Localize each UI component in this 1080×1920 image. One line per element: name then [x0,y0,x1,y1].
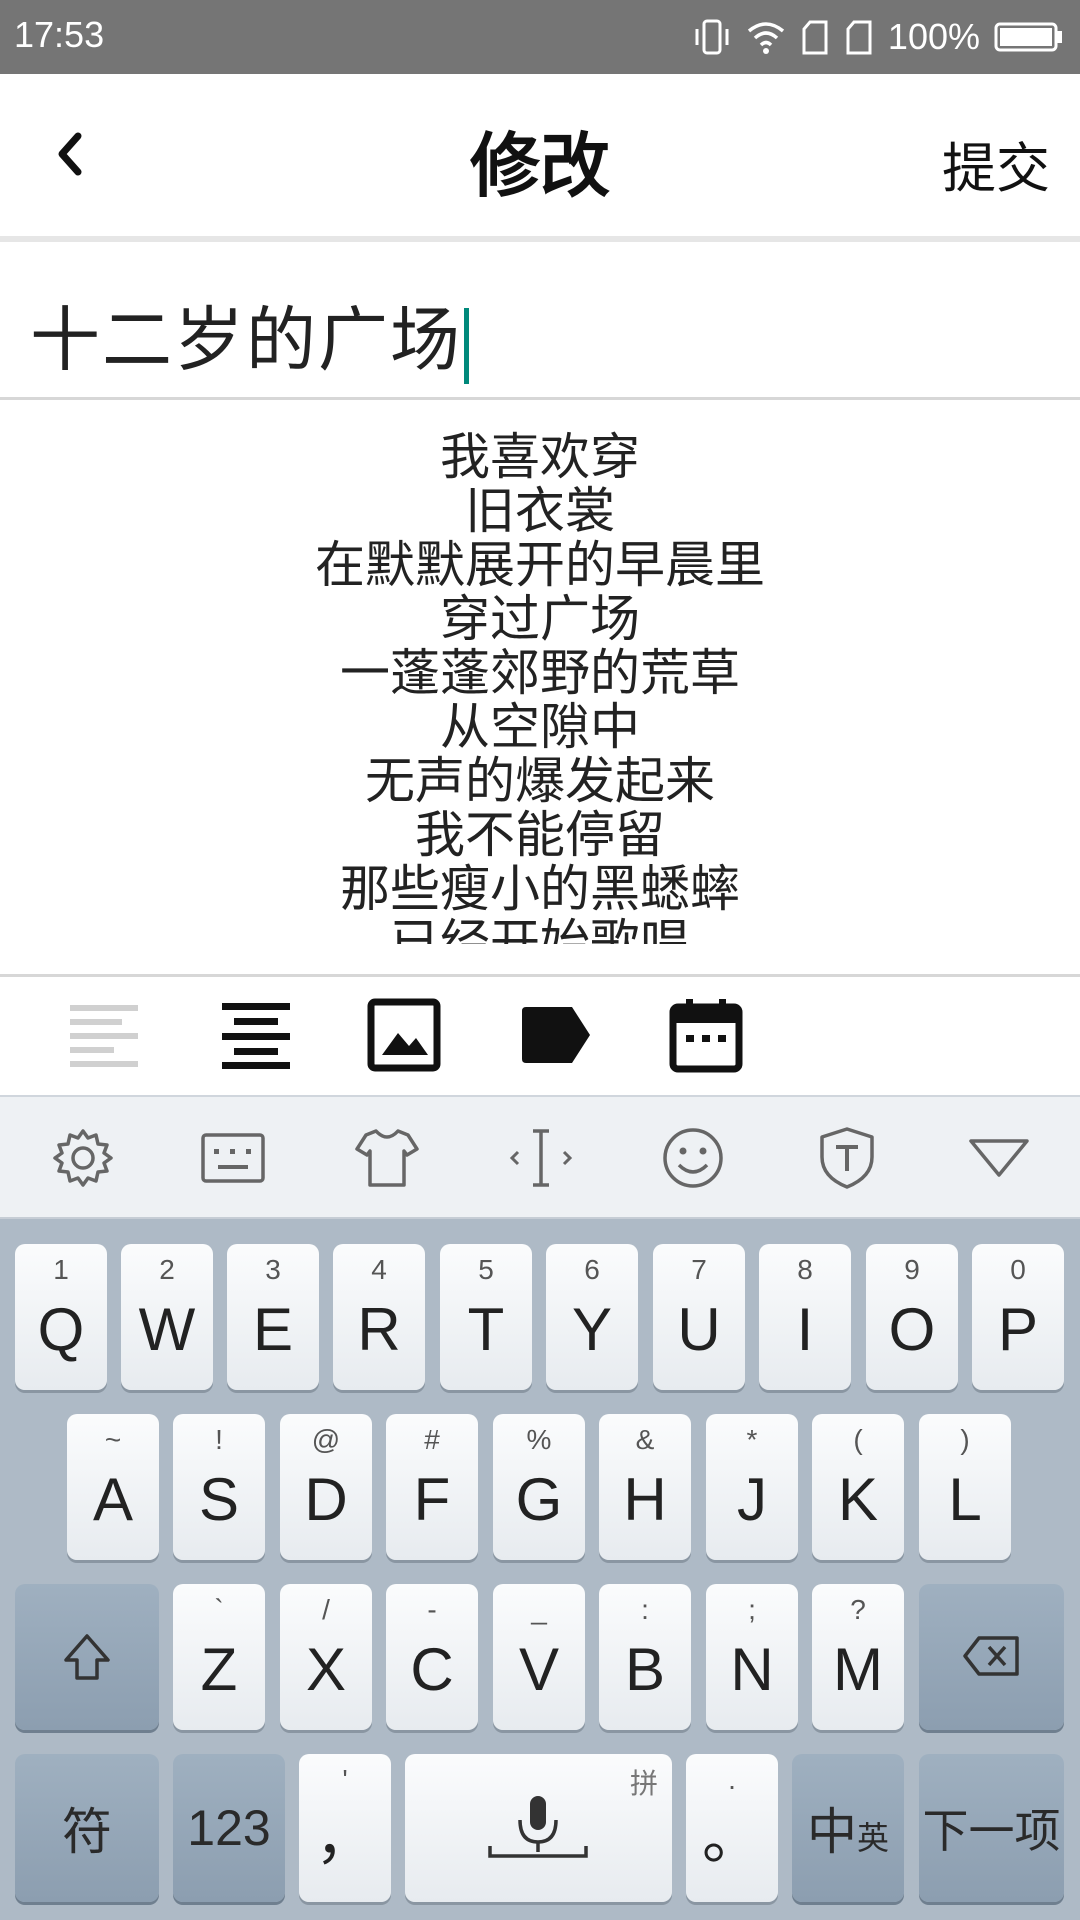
key-n[interactable]: ; N [706,1584,798,1730]
formatting-toolbar [0,977,1080,1095]
lang-sub: 英 [856,1820,889,1856]
key-w[interactable]: 2W [121,1244,213,1390]
content-line: 我喜欢穿 [440,430,640,486]
key-v[interactable]: _ V [493,1584,585,1730]
key-j[interactable]: * J [706,1414,798,1560]
settings-icon[interactable] [50,1125,116,1191]
shift-icon [64,1634,110,1680]
vibrate-icon [695,19,729,55]
key-e[interactable]: 3E [227,1244,319,1390]
content-line: 我不能停留 [415,806,665,864]
key-x[interactable]: / X [280,1584,372,1730]
key-z[interactable]: ` Z [173,1584,265,1730]
key-a[interactable]: ~ A [67,1414,159,1560]
text-cursor [464,308,469,384]
collapse-keyboard-icon[interactable] [966,1125,1032,1191]
language-switch-key[interactable]: 中英 [792,1754,904,1902]
space-key[interactable]: 拼 [405,1754,672,1902]
content-line: 无声的爆发起来 [365,752,715,810]
app-bar: 修改 提交 [0,74,1080,242]
submit-button[interactable]: 提交 [942,124,1050,203]
backspace-icon [963,1636,1019,1676]
next-field-key[interactable]: 下一项 [919,1754,1064,1902]
comma-key[interactable]: '， [299,1754,391,1902]
period-key[interactable]: .。 [686,1754,778,1902]
pinyin-hint: 拼 [629,1767,658,1800]
keyboard-layout-icon[interactable] [200,1125,266,1191]
status-bar: 17:53 100% [0,0,1080,74]
status-time: 17:53 [14,14,105,55]
content-line: 那些瘦小的黑蟋蟀 [340,860,740,918]
keyboard-toolbar [0,1095,1080,1219]
image-icon[interactable] [366,997,442,1073]
shield-t-icon[interactable] [814,1125,880,1191]
key-d[interactable]: @ D [280,1414,372,1560]
key-k[interactable]: (K [812,1414,904,1560]
content-line: 已经开始歌唱 [390,914,690,944]
page-title: 修改 [470,125,610,207]
content-line: 旧衣裳 [465,482,615,540]
cursor-move-icon[interactable] [508,1125,574,1191]
status-icons: 100% [692,12,1064,62]
battery-icon [994,22,1062,52]
title-input-value: 十二岁的广场 [30,299,462,381]
shift-key[interactable] [15,1584,159,1730]
battery-percent: 100% [887,16,980,57]
content-line: 一蓬蓬郊野的荒草 [340,644,740,702]
key-b[interactable]: :B [599,1584,691,1730]
key-p[interactable]: 0P [972,1244,1064,1390]
key-o[interactable]: 9O [866,1244,958,1390]
emoji-icon[interactable] [660,1125,726,1191]
key-m[interactable]: ? M [812,1584,904,1730]
key-h[interactable]: & H [599,1414,691,1560]
key-i[interactable]: 8I [759,1244,851,1390]
key-f[interactable]: # F [386,1414,478,1560]
tag-icon[interactable] [518,997,594,1073]
content-line: 从空隙中 [440,698,640,756]
content-line: 在默默展开的早晨里 [315,536,765,594]
sim-card-icon [802,20,828,55]
keyboard: 1Q 2W 3E 4R 5T 6Y 7U 8I 9O 0P ~ A ! S @ D #… [0,1219,1080,1920]
content-line: 穿过广场 [440,590,640,648]
backspace-key[interactable] [919,1584,1064,1730]
skin-shirt-icon[interactable] [354,1125,420,1191]
key-g[interactable]: % G [493,1414,585,1560]
lang-main: 中 [806,1804,857,1860]
key-l[interactable]: ) L [919,1414,1011,1560]
content-editor[interactable]: 我喜欢穿 旧衣裳 在默默展开的早晨里 穿过广场 一蓬蓬郊野的荒草 从空隙中 无声… [0,430,1080,944]
key-q[interactable]: 1Q [15,1244,107,1390]
wifi-icon [747,22,785,54]
align-center-icon[interactable] [218,997,294,1073]
calendar-icon[interactable] [668,997,744,1073]
key-y[interactable]: 6Y [546,1244,638,1390]
key-r[interactable]: 4R [333,1244,425,1390]
microphone-icon [488,1796,588,1858]
key-c[interactable]: -C [386,1584,478,1730]
key-u[interactable]: 7U [653,1244,745,1390]
sim-card-icon-2 [846,20,872,55]
title-input[interactable]: 十二岁的广场 [0,248,1080,400]
align-left-icon[interactable] [66,997,142,1073]
symbols-key[interactable]: 符 [15,1754,159,1902]
key-t[interactable]: 5T [440,1244,532,1390]
key-s[interactable]: ! S [173,1414,265,1560]
numbers-key[interactable]: 123 [173,1754,285,1902]
